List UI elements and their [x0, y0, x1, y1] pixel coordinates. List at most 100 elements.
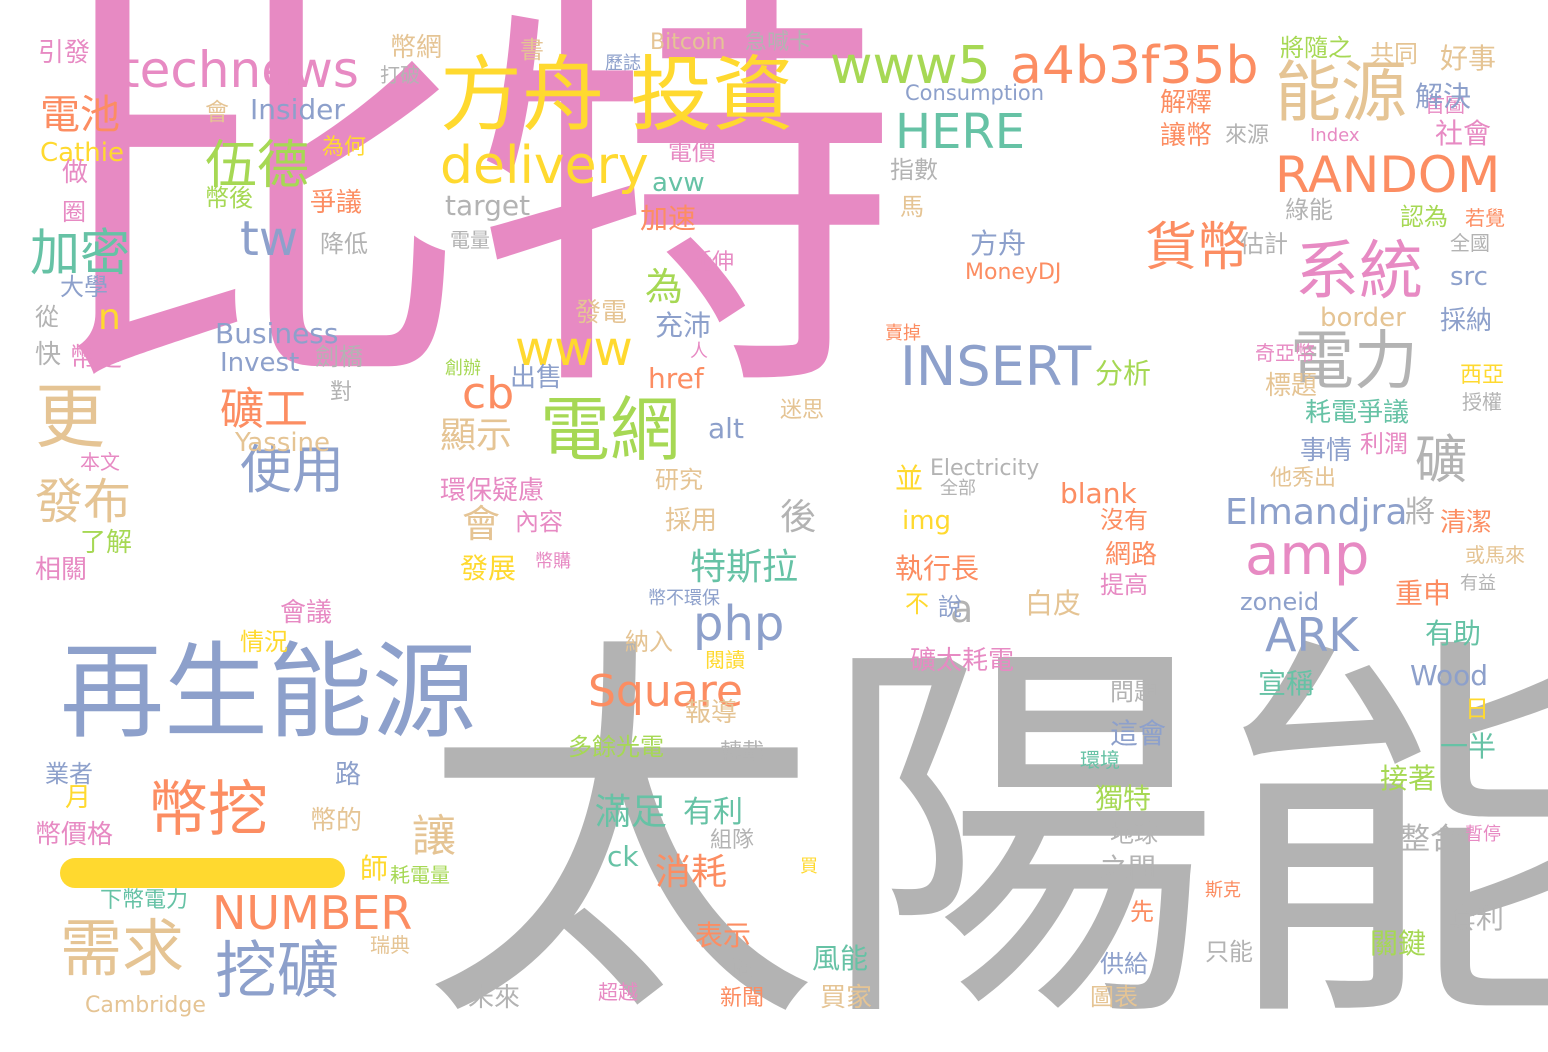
word-170: 接著 [1380, 762, 1437, 795]
word-178: 耗電量 [390, 863, 450, 887]
word-92: 若覺 [1465, 206, 1505, 230]
word-48: ck [607, 840, 639, 873]
word-188: 關鍵 [1370, 927, 1427, 960]
word-77: 共同 [1370, 40, 1418, 68]
word-185: 表示 [695, 919, 752, 952]
word-89: 指數 [890, 156, 938, 184]
word-169: 獨特 [1095, 782, 1152, 815]
word-164: 一半 [1440, 730, 1497, 763]
word-158: 宣稱 [1258, 667, 1315, 700]
word-46: 讓 [412, 811, 456, 862]
word-166: 路 [335, 760, 362, 790]
word-88: 電價 [668, 138, 716, 166]
word-193: 超越 [598, 980, 638, 1004]
word-51: Insider [250, 93, 345, 126]
word-133: 了解 [80, 528, 133, 558]
word-143: 執行長 [895, 552, 980, 585]
word-8: 能源 [1275, 54, 1407, 131]
word-102: 方舟 [970, 227, 1027, 260]
word-190: 供給 [1100, 950, 1148, 978]
word-55: Consumption [905, 81, 1045, 105]
word-54: target [445, 189, 531, 222]
word-153: 有助 [1425, 617, 1482, 650]
word-115: 賣掉 [885, 323, 921, 344]
word-127: 事情 [1300, 436, 1353, 466]
word-cloud: 比特 太陽能 再生能源 方舟 投資 technews www5 a4b3f35b 能源 deli… [0, 0, 1548, 1052]
word-58: Electricity [930, 456, 1040, 481]
word-161: 這會 [1110, 717, 1167, 750]
word-83: 來源 [1225, 123, 1270, 148]
word-120: 授權 [1462, 390, 1502, 414]
word-44: 滿足 [595, 792, 668, 833]
word-182: 下幣電力 [100, 888, 189, 913]
word-95: 爭議 [310, 188, 363, 218]
word-189: 套利 [1448, 902, 1505, 935]
word-17: 加密 [30, 224, 130, 282]
word-160: 日 [1465, 695, 1489, 723]
word-167: 環境 [1080, 748, 1120, 772]
word-191: 只能 [1205, 938, 1253, 966]
highlight-bar [60, 858, 345, 888]
word-126: 研究 [655, 466, 703, 494]
word-172: 幣的 [310, 806, 363, 836]
word-97: 馬 [900, 193, 924, 221]
word-57: Index [1310, 125, 1360, 146]
word-132: 內容 [515, 508, 563, 536]
word-134: 沒有 [1100, 506, 1148, 534]
word-124: 利潤 [1360, 430, 1408, 458]
word-91: 認為 [1400, 203, 1448, 231]
word-163: 轉載 [720, 740, 765, 765]
word-114: 分析 [1095, 357, 1152, 390]
word-110: 幣是 [70, 343, 123, 373]
word-69: border [1320, 303, 1406, 333]
word-183: 先 [1130, 898, 1154, 926]
word-107: 充沛 [655, 309, 712, 342]
word-70: 引發 [38, 38, 91, 68]
word-168: 月 [65, 783, 92, 813]
word-26: 礦工 [220, 384, 308, 435]
word-155: 閱讀 [705, 648, 745, 672]
word-162: 多餘光電 [568, 733, 664, 761]
word-152: 納入 [625, 628, 673, 656]
word-12: 系統 [1295, 235, 1423, 309]
word-7: a4b3f35b [1010, 36, 1259, 96]
word-157: 問題 [1110, 678, 1158, 706]
word-5: technews [120, 41, 359, 99]
word-121: 對 [330, 380, 353, 405]
word-146: 說 [938, 593, 962, 621]
word-73: 書 [520, 36, 544, 64]
word-105: 從 [35, 303, 59, 331]
word-179: 買 [800, 856, 818, 877]
word-50: Invest [220, 348, 300, 378]
word-128: 並 [895, 462, 924, 495]
word-85: 會 [205, 98, 229, 126]
word-24: 更 [35, 376, 105, 458]
word-149: 不 [905, 590, 929, 618]
word-43: 後 [780, 497, 817, 538]
word-28: 發布 [35, 474, 132, 530]
word-129: 環保疑慮 [440, 476, 545, 506]
word-103: 延伸 [690, 250, 735, 275]
word-119: 標題 [1265, 371, 1318, 401]
word-60: Cambridge [85, 993, 206, 1018]
word-180: 之間 [1100, 852, 1157, 885]
word-141: 或馬來 [1465, 543, 1525, 567]
word-108: 採納 [1440, 306, 1493, 336]
word-63: zoneid [1240, 588, 1320, 616]
word-131: 他秀出 [1270, 466, 1337, 491]
word-23: 電網 [540, 389, 680, 471]
word-122: 迷思 [780, 398, 825, 423]
word-150: 重申 [1395, 577, 1452, 610]
word-99: 全國 [1450, 231, 1490, 255]
word-25: n [98, 297, 121, 338]
word-34: Elmandjra [1225, 492, 1408, 533]
word-90: 綠能 [1285, 196, 1333, 224]
word-125: 本文 [80, 450, 120, 474]
word-118: 西亞 [1460, 363, 1505, 388]
word-18: 電池 [40, 92, 120, 138]
word-62: blank [1060, 477, 1137, 510]
word-59: MoneyDJ [965, 260, 1062, 285]
word-174: 地球 [1110, 820, 1158, 848]
word-66: alt [708, 412, 744, 445]
word-19: 為 [645, 265, 684, 309]
